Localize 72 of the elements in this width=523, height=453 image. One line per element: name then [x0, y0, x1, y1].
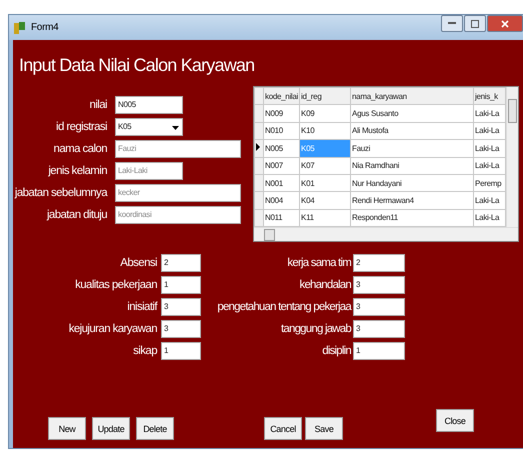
input-field[interactable]: Fauzi — [115, 140, 241, 158]
table-cell: Fauzi — [350, 140, 474, 157]
column-header[interactable]: jenis_k — [474, 88, 506, 105]
table-cell: Rendi Hermawan4 — [350, 192, 474, 210]
form-button[interactable]: Delete — [136, 417, 174, 440]
score-label: kualitas pekerjaan — [75, 278, 157, 293]
table-cell: Agus Susanto — [350, 104, 474, 122]
input-field[interactable]: 3 — [353, 276, 405, 294]
input-field[interactable]: 1 — [161, 276, 201, 294]
table-cell: N001 — [264, 174, 300, 192]
input-field[interactable]: Laki-Laki — [115, 162, 183, 180]
field-label: id registrasi — [56, 120, 107, 135]
form-button[interactable]: Cancel — [264, 417, 302, 440]
input-field[interactable]: 3 — [353, 320, 405, 338]
header-corner-cell — [254, 88, 264, 105]
form-heading: Input Data Nilai Calon Karyawan — [19, 55, 256, 76]
field-label: jabatan dituju — [46, 208, 107, 223]
form-button[interactable]: New — [48, 417, 86, 440]
horizontal-scrollbar[interactable] — [254, 227, 518, 241]
maximize-button[interactable] — [464, 15, 486, 32]
table-cell: K09 — [300, 104, 351, 122]
score-label: tanggung jawab — [280, 322, 351, 337]
maximize-icon[interactable] — [471, 20, 479, 28]
input-field[interactable]: kecker — [115, 184, 241, 202]
table-cell: Ali Mustofa — [350, 122, 474, 140]
input-field[interactable]: 1 — [161, 342, 201, 360]
table-cell: K01 — [300, 174, 351, 192]
vertical-scrollbar[interactable] — [506, 87, 518, 227]
score-label: sikap — [133, 344, 157, 359]
close-form-button[interactable]: Close — [436, 409, 474, 432]
field-label: jabatan sebelumnya — [14, 186, 107, 201]
table-cell: N009 — [264, 104, 300, 122]
table-cell: Nia Ramdhani — [350, 157, 474, 174]
table-cell: K07 — [300, 157, 351, 174]
row-pointer-icon — [256, 143, 260, 152]
input-field[interactable]: 1 — [353, 342, 405, 360]
score-label: disiplin — [322, 344, 351, 359]
input-field[interactable]: 2 — [161, 254, 201, 272]
close-button[interactable] — [487, 15, 523, 32]
column-header[interactable]: nama_karyawan — [350, 88, 474, 105]
input-field[interactable]: 3 — [353, 298, 405, 316]
window-title: Form4 — [31, 22, 58, 33]
score-label: Absensi — [120, 256, 157, 271]
field-label: nama calon — [54, 142, 107, 157]
form-button[interactable]: Update — [92, 417, 130, 440]
table-cell: N004 — [264, 192, 300, 210]
input-field[interactable]: N005 — [115, 96, 183, 114]
score-label: kehandalan — [300, 278, 351, 293]
table-cell: N007 — [264, 157, 300, 174]
input-field[interactable]: 2 — [353, 254, 405, 272]
input-field[interactable]: koordinasi — [115, 206, 241, 224]
input-field[interactable]: 3 — [161, 298, 201, 316]
app-icon — [13, 20, 27, 34]
combo-box[interactable]: K05 — [115, 118, 183, 136]
column-header[interactable]: id_reg — [300, 88, 351, 105]
table-cell: N010 — [264, 122, 300, 140]
score-label: pengetahuan tentang pekerjaa — [217, 300, 351, 315]
field-label: nilai — [90, 98, 107, 113]
input-field[interactable]: 3 — [161, 320, 201, 338]
score-label: kejujuran karyawan — [68, 322, 157, 337]
column-header[interactable]: kode_nilai — [264, 88, 300, 105]
table-cell: Nur Handayani — [350, 174, 474, 192]
field-label: jenis kelamin — [48, 164, 107, 179]
minimize-icon[interactable] — [448, 22, 456, 25]
form-button[interactable]: Save — [305, 417, 343, 440]
minimize-button[interactable] — [441, 15, 463, 32]
score-label: kerja sama tim — [287, 256, 351, 271]
table-cell: K05 — [300, 140, 351, 157]
row-header[interactable] — [254, 140, 264, 157]
score-label: inisiatif — [127, 300, 157, 315]
close-icon[interactable] — [501, 20, 509, 28]
table-cell: K04 — [300, 192, 351, 210]
